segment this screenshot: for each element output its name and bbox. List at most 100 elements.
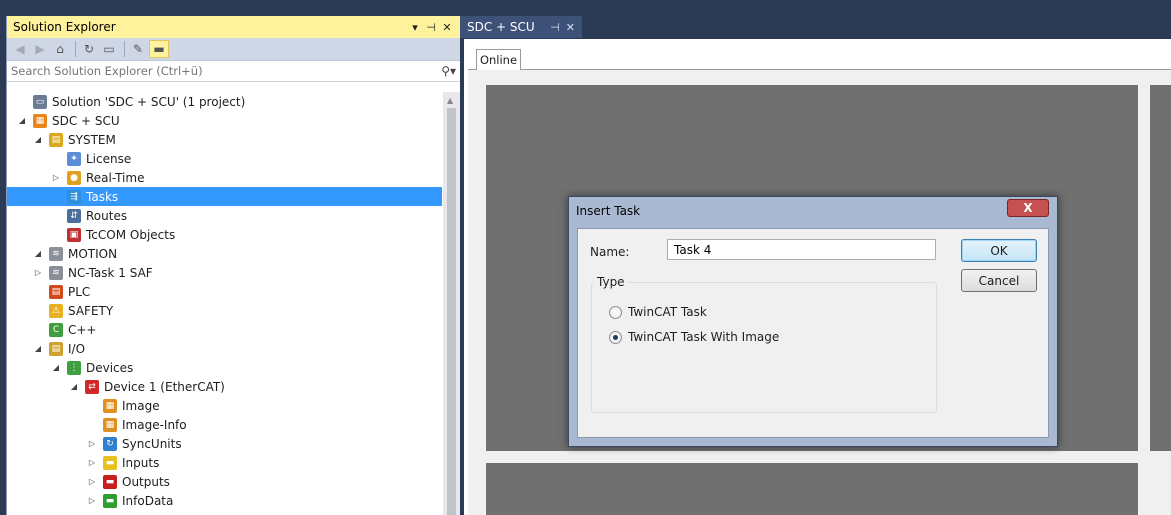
tree-item[interactable]: ⚠ SAFETY bbox=[7, 301, 442, 320]
image-info-icon: ▦ bbox=[103, 417, 117, 432]
expanded-arrow-icon[interactable]: ◢ bbox=[33, 249, 43, 258]
dialog-close-button[interactable]: X bbox=[1007, 199, 1049, 217]
tree-item[interactable]: ▷ ▬ Outputs bbox=[7, 472, 442, 491]
tree-item-label: I/O bbox=[68, 341, 86, 356]
expanded-arrow-icon[interactable]: ◢ bbox=[69, 382, 79, 391]
tree-item-label: Tasks bbox=[86, 189, 119, 204]
history-icon[interactable]: ↻ bbox=[80, 40, 98, 58]
tree-item[interactable]: ▦ Image-Info bbox=[7, 415, 442, 434]
expanded-arrow-icon[interactable]: ◢ bbox=[17, 116, 27, 125]
tree-item-label: SAFETY bbox=[68, 303, 114, 318]
radio-twincat-task-with-image[interactable]: TwinCAT Task With Image bbox=[609, 330, 779, 344]
search-bar: ⚲▾ bbox=[7, 61, 460, 82]
tree-item-label: Device 1 (EtherCAT) bbox=[104, 379, 225, 394]
dialog-title: Insert Task bbox=[576, 204, 641, 218]
tab-online[interactable]: Online bbox=[476, 49, 521, 70]
collapsed-arrow-icon[interactable]: ▷ bbox=[87, 496, 97, 505]
tree-item[interactable]: ▷ ▬ Inputs bbox=[7, 453, 442, 472]
ok-button[interactable]: OK bbox=[961, 239, 1037, 262]
tree-item-label: Routes bbox=[86, 208, 128, 223]
nc-task-icon: ≋ bbox=[49, 265, 63, 280]
collapsed-arrow-icon[interactable]: ▷ bbox=[87, 458, 97, 467]
tree-item[interactable]: ▷ ▬ InfoData bbox=[7, 491, 442, 510]
solution-explorer-panel: Solution Explorer ▾ ⊣ ✕ ◀ ▶ ⌂ ↻ ▭ ✎ ▬ ⚲▾… bbox=[6, 16, 460, 515]
tree-item-label: SYSTEM bbox=[68, 132, 116, 147]
outputs-icon: ▬ bbox=[103, 474, 117, 489]
close-icon[interactable]: ✕ bbox=[440, 21, 454, 34]
tree-item[interactable]: ▣ TcCOM Objects bbox=[7, 225, 442, 244]
inputs-icon: ▬ bbox=[103, 455, 117, 470]
tree-item[interactable]: ▤ PLC bbox=[7, 282, 442, 301]
dropdown-icon[interactable]: ▾ bbox=[408, 21, 422, 34]
tree-item-label: Image-Info bbox=[122, 417, 187, 432]
tree-item[interactable]: C C++ bbox=[7, 320, 442, 339]
toolbar-separator bbox=[124, 41, 125, 57]
tree-item-label: InfoData bbox=[122, 493, 174, 508]
collapsed-arrow-icon[interactable]: ▷ bbox=[87, 439, 97, 448]
collapsed-arrow-icon[interactable]: ▷ bbox=[87, 477, 97, 486]
motion-icon: ≋ bbox=[49, 246, 63, 261]
tree-item[interactable]: ◢ ▤ SYSTEM bbox=[7, 130, 442, 149]
collapsed-arrow-icon[interactable]: ▷ bbox=[51, 173, 61, 182]
tree-item[interactable]: ✦ License bbox=[7, 149, 442, 168]
document-tab[interactable]: SDC + SCU ⊣ ✕ bbox=[460, 16, 582, 38]
infodata-icon: ▬ bbox=[103, 493, 117, 508]
tree-item[interactable]: ▦ Image bbox=[7, 396, 442, 415]
tree-item[interactable]: ⇶ Tasks bbox=[7, 187, 442, 206]
tree-item-label: C++ bbox=[68, 322, 97, 337]
expanded-arrow-icon[interactable]: ◢ bbox=[33, 135, 43, 144]
plc-icon: ▤ bbox=[49, 284, 63, 299]
scrollbar-thumb[interactable] bbox=[447, 108, 456, 515]
radio-button[interactable] bbox=[609, 305, 622, 319]
back-icon[interactable]: ◀ bbox=[11, 40, 29, 58]
search-input[interactable] bbox=[11, 64, 442, 78]
type-groupbox bbox=[591, 282, 937, 413]
tree-item-label: Image bbox=[122, 398, 160, 413]
tree-item[interactable]: ◢ ⇄ Device 1 (EtherCAT) bbox=[7, 377, 442, 396]
tree-item[interactable]: ▷ ≋ NC-Task 1 SAF bbox=[7, 263, 442, 282]
tree-item[interactable]: ◢ ▤ I/O bbox=[7, 339, 442, 358]
tree-item-label: Outputs bbox=[122, 474, 170, 489]
tree-item[interactable]: ▭ Solution 'SDC + SCU' (1 project) bbox=[7, 92, 442, 111]
scroll-up-icon[interactable]: ▲ bbox=[447, 96, 453, 105]
expanded-arrow-icon[interactable]: ◢ bbox=[33, 344, 43, 353]
tree-item[interactable]: ◢ ⋮ Devices bbox=[7, 358, 442, 377]
tree-item[interactable]: ◢ ▦ SDC + SCU bbox=[7, 111, 442, 130]
solution-explorer-titlebar: Solution Explorer ▾ ⊣ ✕ bbox=[7, 16, 460, 38]
solution-explorer-toolbar: ◀ ▶ ⌂ ↻ ▭ ✎ ▬ bbox=[7, 38, 460, 61]
radio-twincat-task[interactable]: TwinCAT Task bbox=[609, 305, 707, 319]
io-icon: ▤ bbox=[49, 341, 63, 356]
radio-label: TwinCAT Task bbox=[628, 305, 707, 319]
devices-icon: ⋮ bbox=[67, 360, 81, 375]
name-input[interactable] bbox=[667, 239, 936, 260]
tree-item-label: TcCOM Objects bbox=[86, 227, 176, 242]
tab-pin-icon[interactable]: ⊣ bbox=[550, 21, 560, 34]
collapsed-arrow-icon[interactable]: ▷ bbox=[33, 268, 43, 277]
collapse-icon[interactable]: ▭ bbox=[100, 40, 118, 58]
tree-item[interactable]: ⇵ Routes bbox=[7, 206, 442, 225]
tccom-icon: ▣ bbox=[67, 227, 81, 242]
expanded-arrow-icon[interactable]: ◢ bbox=[51, 363, 61, 372]
search-icon[interactable]: ⚲▾ bbox=[441, 64, 456, 78]
pin-toolbar-icon[interactable]: ▬ bbox=[149, 40, 169, 58]
safety-icon: ⚠ bbox=[49, 303, 63, 318]
solution-tree: ▭ Solution 'SDC + SCU' (1 project) ◢ ▦ SDC +… bbox=[7, 92, 460, 515]
pin-icon[interactable]: ⊣ bbox=[424, 21, 438, 34]
tree-item-label: PLC bbox=[68, 284, 91, 299]
tree-item[interactable]: ◢ ≋ MOTION bbox=[7, 244, 442, 263]
properties-icon[interactable]: ✎ bbox=[129, 40, 147, 58]
home-icon[interactable]: ⌂ bbox=[51, 40, 69, 58]
tree-scrollbar[interactable]: ▲ bbox=[443, 92, 460, 515]
realtime-icon: ● bbox=[67, 170, 81, 185]
routes-icon: ⇵ bbox=[67, 208, 81, 223]
tab-close-icon[interactable]: ✕ bbox=[566, 21, 575, 34]
tree-item-label: SyncUnits bbox=[122, 436, 182, 451]
chart-area-right bbox=[1150, 85, 1171, 451]
forward-icon[interactable]: ▶ bbox=[31, 40, 49, 58]
system-icon: ▤ bbox=[49, 132, 63, 147]
radio-button-checked[interactable] bbox=[609, 330, 622, 344]
tree-item[interactable]: ▷ ↻ SyncUnits bbox=[7, 434, 442, 453]
tree-item-label: Solution 'SDC + SCU' (1 project) bbox=[52, 94, 246, 109]
cancel-button[interactable]: Cancel bbox=[961, 269, 1037, 292]
tree-item[interactable]: ▷ ● Real-Time bbox=[7, 168, 442, 187]
